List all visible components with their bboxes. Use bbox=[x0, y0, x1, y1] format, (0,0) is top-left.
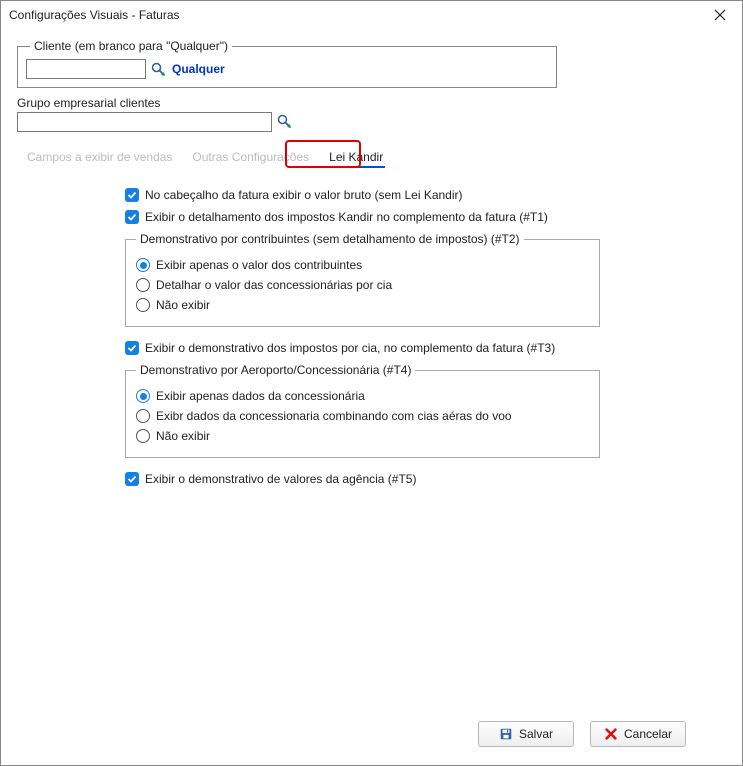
cliente-legend: Cliente (em branco para "Qualquer") bbox=[30, 39, 232, 53]
radio-t2-opt2-label: Detalhar o valor das concessionárias por… bbox=[156, 278, 392, 292]
radio-t4-opt2-label: Exibr dados da concessionaria combinando… bbox=[156, 409, 512, 423]
radio-icon bbox=[136, 278, 150, 292]
checkbox-icon bbox=[125, 188, 139, 202]
window-close-button[interactable] bbox=[706, 5, 734, 25]
save-icon bbox=[499, 727, 513, 741]
chk-demo-agencia-label: Exibir o demonstrativo de valores da agê… bbox=[145, 472, 416, 486]
radio-t4-opt3[interactable]: Não exibir bbox=[136, 429, 589, 443]
chk-cabecalho-bruto-label: No cabeçalho da fatura exibir o valor br… bbox=[145, 188, 463, 202]
titlebar: Configurações Visuais - Faturas bbox=[1, 1, 742, 29]
radio-icon bbox=[136, 429, 150, 443]
cancel-button[interactable]: Cancelar bbox=[590, 721, 686, 747]
footer-buttons: Salvar Cancelar bbox=[478, 721, 686, 747]
tabpanel-lei-kandir: No cabeçalho da fatura exibir o valor br… bbox=[17, 170, 726, 504]
chk-detalhamento-kandir[interactable]: Exibir o detalhamento dos impostos Kandi… bbox=[125, 210, 706, 224]
checkbox-icon bbox=[125, 210, 139, 224]
magnifier-icon bbox=[150, 61, 166, 77]
radio-t4-opt2[interactable]: Exibr dados da concessionaria combinando… bbox=[136, 409, 589, 423]
group-demo-contribuintes: Demonstrativo por contribuintes (sem det… bbox=[125, 232, 600, 327]
tab-outras-config[interactable]: Outras Configurações bbox=[182, 146, 319, 170]
save-button[interactable]: Salvar bbox=[478, 721, 574, 747]
radio-t2-opt2[interactable]: Detalhar o valor das concessionárias por… bbox=[136, 278, 589, 292]
cliente-qualquer-label: Qualquer bbox=[172, 62, 225, 76]
chk-demo-agencia[interactable]: Exibir o demonstrativo de valores da agê… bbox=[125, 472, 706, 486]
cliente-group: Cliente (em branco para "Qualquer") Qual… bbox=[17, 39, 557, 88]
radio-t4-opt1[interactable]: Exibir apenas dados da concessionária bbox=[136, 389, 589, 403]
tabs-container: Campos a exibir de vendas Outras Configu… bbox=[17, 142, 726, 170]
radio-t2-opt1-label: Exibir apenas o valor dos contribuintes bbox=[156, 258, 362, 272]
chk-demo-impostos-cia[interactable]: Exibir o demonstrativo dos impostos por … bbox=[125, 341, 706, 355]
grupo-lookup-row bbox=[17, 110, 726, 132]
checkbox-icon bbox=[125, 472, 139, 486]
window-title: Configurações Visuais - Faturas bbox=[9, 8, 706, 22]
cliente-input[interactable] bbox=[26, 59, 146, 79]
checkbox-icon bbox=[125, 341, 139, 355]
chk-detalhamento-kandir-label: Exibir o detalhamento dos impostos Kandi… bbox=[145, 210, 548, 224]
radio-icon bbox=[136, 389, 150, 403]
cancel-icon bbox=[604, 727, 618, 741]
grupo-input[interactable] bbox=[17, 112, 272, 132]
radio-t2-opt1[interactable]: Exibir apenas o valor dos contribuintes bbox=[136, 258, 589, 272]
cliente-lookup-button[interactable] bbox=[150, 61, 166, 77]
content-area: Cliente (em branco para "Qualquer") Qual… bbox=[1, 29, 742, 504]
grupo-lookup-button[interactable] bbox=[276, 113, 292, 129]
chk-cabecalho-bruto[interactable]: No cabeçalho da fatura exibir o valor br… bbox=[125, 188, 706, 202]
radio-t2-opt3[interactable]: Não exibir bbox=[136, 298, 589, 312]
magnifier-icon bbox=[276, 113, 292, 129]
radio-t4-opt1-label: Exibir apenas dados da concessionária bbox=[156, 389, 365, 403]
chk-demo-impostos-cia-label: Exibir o demonstrativo dos impostos por … bbox=[145, 341, 555, 355]
cancel-button-label: Cancelar bbox=[624, 727, 672, 741]
save-button-label: Salvar bbox=[519, 727, 553, 741]
grupo-label: Grupo empresarial clientes bbox=[17, 96, 726, 110]
radio-t4-opt3-label: Não exibir bbox=[156, 429, 210, 443]
group-demo-contribuintes-legend: Demonstrativo por contribuintes (sem det… bbox=[136, 232, 524, 246]
group-demo-aeroporto-legend: Demonstrativo por Aeroporto/Concessionár… bbox=[136, 363, 415, 377]
tab-campos-vendas[interactable]: Campos a exibir de vendas bbox=[17, 146, 182, 170]
radio-icon bbox=[136, 298, 150, 312]
radio-icon bbox=[136, 258, 150, 272]
tab-lei-kandir[interactable]: Lei Kandir bbox=[319, 146, 393, 170]
tab-bar: Campos a exibir de vendas Outras Configu… bbox=[17, 142, 726, 170]
radio-t2-opt3-label: Não exibir bbox=[156, 298, 210, 312]
close-icon bbox=[714, 9, 726, 21]
group-demo-aeroporto: Demonstrativo por Aeroporto/Concessionár… bbox=[125, 363, 600, 458]
radio-icon bbox=[136, 409, 150, 423]
cliente-lookup-row: Qualquer bbox=[26, 59, 548, 79]
